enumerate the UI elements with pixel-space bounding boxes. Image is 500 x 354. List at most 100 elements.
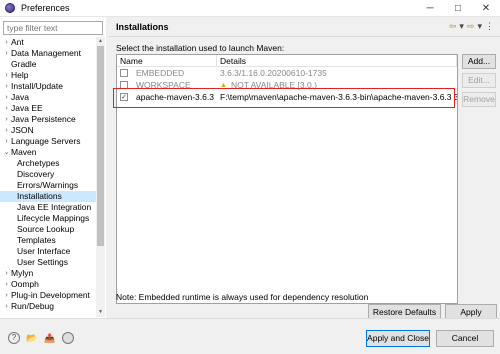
forward-icon[interactable]: ⇨ — [467, 21, 475, 32]
column-header-name[interactable]: Name — [117, 55, 217, 67]
preference-page: Installations ⇦ ▾ ⇨ ▾ ⋮ Select the insta… — [109, 17, 500, 320]
sidebar-item-installations[interactable]: Installations — [0, 191, 96, 202]
preferences-sidebar: ›Ant›Data ManagementGradle›Help›Install/… — [0, 17, 106, 318]
sidebar-item-label: Java EE — [11, 103, 43, 113]
filter-input[interactable] — [3, 21, 103, 35]
expand-icon[interactable]: › — [2, 114, 11, 125]
remove-button[interactable]: Remove — [462, 92, 496, 107]
table-actions: Add... Edit... Remove — [462, 54, 496, 111]
sidebar-item-label: Oomph — [11, 279, 39, 289]
window-title: Preferences — [21, 3, 70, 13]
sidebar-item-label: Java Persistence — [11, 114, 76, 124]
sidebar-item-label: Help — [11, 70, 29, 80]
sidebar-item-maven[interactable]: ⌄ Maven — [0, 147, 96, 158]
expand-icon[interactable]: › — [2, 48, 11, 59]
sidebar-item-plug-in-development[interactable]: › Plug-in Development — [0, 290, 96, 301]
oomph-preferences-icon[interactable] — [62, 332, 74, 344]
sidebar-item-java-ee[interactable]: › Java EE — [0, 103, 96, 114]
eclipse-icon — [5, 3, 15, 13]
sidebar-item-label: Language Servers — [11, 136, 81, 146]
installation-details: 3.6.3/1.16.0.20200610-1735 — [220, 68, 327, 78]
sidebar-item-data-management[interactable]: › Data Management — [0, 48, 96, 59]
expand-icon[interactable]: › — [2, 268, 11, 279]
sidebar-item-templates[interactable]: Templates — [0, 235, 96, 246]
expand-icon[interactable]: › — [2, 81, 11, 92]
sidebar-item-oomph[interactable]: › Oomph — [0, 279, 96, 290]
sidebar-item-label: Ant — [11, 37, 24, 47]
installation-name: EMBEDDED — [136, 68, 185, 78]
expand-icon[interactable]: › — [2, 37, 11, 48]
sidebar-item-help[interactable]: › Help — [0, 70, 96, 81]
sidebar-item-json[interactable]: › JSON — [0, 125, 96, 136]
scroll-up-icon[interactable]: ▲ — [96, 37, 105, 46]
sidebar-scrollbar[interactable]: ▲ ▼ — [96, 37, 105, 317]
sidebar-item-label: Mylyn — [11, 268, 34, 278]
sidebar-item-label: Maven — [11, 147, 37, 157]
expand-icon[interactable]: › — [2, 136, 11, 147]
sidebar-item-label: Discovery — [17, 169, 55, 179]
column-header-details[interactable]: Details — [217, 55, 457, 67]
sidebar-item-label: Plug-in Development — [11, 290, 90, 300]
expand-icon[interactable]: › — [2, 103, 11, 114]
sidebar-item-java-ee-integration[interactable]: Java EE Integration — [0, 202, 96, 213]
sidebar-item-mylyn[interactable]: › Mylyn — [0, 268, 96, 279]
sidebar-item-label: User Settings — [17, 257, 69, 267]
sidebar-item-label: Templates — [17, 235, 56, 245]
sidebar-item-label: Errors/Warnings — [17, 180, 79, 190]
expand-icon[interactable]: › — [2, 125, 11, 136]
sidebar-item-user-interface[interactable]: User Interface — [0, 246, 96, 257]
sidebar-item-java[interactable]: › Java — [0, 92, 96, 103]
edit-button[interactable]: Edit... — [462, 73, 496, 88]
sidebar-item-errors-warnings[interactable]: Errors/Warnings — [0, 180, 96, 191]
sidebar-item-discovery[interactable]: Discovery — [0, 169, 96, 180]
view-menu-icon[interactable]: ⋮ — [485, 21, 494, 32]
note-text: Note: Embedded runtime is always used fo… — [116, 292, 369, 302]
instruction-text: Select the installation used to launch M… — [116, 43, 285, 53]
dialog-footer: ? 📂 📤 Apply and Close Cancel — [0, 318, 500, 354]
sidebar-item-install-update[interactable]: › Install/Update — [0, 81, 96, 92]
maximize-button[interactable]: □ — [444, 0, 472, 17]
expand-icon[interactable]: › — [2, 92, 11, 103]
sidebar-item-run-debug[interactable]: › Run/Debug — [0, 301, 96, 312]
sidebar-item-label: Data Management — [11, 48, 81, 58]
page-title: Installations — [116, 22, 169, 32]
close-button[interactable]: ✕ — [472, 0, 500, 17]
import-icon[interactable]: 📂 — [26, 332, 38, 344]
sidebar-item-user-settings[interactable]: User Settings — [0, 257, 96, 268]
sidebar-item-java-persistence[interactable]: › Java Persistence — [0, 114, 96, 125]
scrollbar-thumb[interactable] — [97, 46, 104, 246]
sidebar-item-lifecycle-mappings[interactable]: Lifecycle Mappings — [0, 213, 96, 224]
sidebar-item-label: Java EE Integration — [17, 202, 92, 212]
sidebar-item-label: Lifecycle Mappings — [17, 213, 90, 223]
sidebar-item-label: Installations — [17, 191, 62, 201]
export-icon[interactable]: 📤 — [44, 332, 56, 344]
sidebar-item-archetypes[interactable]: Archetypes — [0, 158, 96, 169]
sidebar-item-label: JSON — [11, 125, 34, 135]
expand-icon[interactable]: › — [2, 70, 11, 81]
page-header: Installations ⇦ ▾ ⇨ ▾ ⋮ — [109, 17, 500, 37]
sidebar-item-label: Archetypes — [17, 158, 60, 168]
scroll-down-icon[interactable]: ▼ — [96, 308, 105, 317]
table-header: Name Details — [117, 55, 457, 67]
apply-and-close-button[interactable]: Apply and Close — [366, 330, 430, 347]
minimize-button[interactable]: ─ — [416, 0, 444, 17]
sidebar-item-label: Run/Debug — [11, 301, 55, 311]
table-row[interactable]: EMBEDDED 3.6.3/1.16.0.20200610-1735 — [117, 67, 457, 79]
expand-icon[interactable]: › — [2, 301, 11, 312]
sidebar-item-language-servers[interactable]: › Language Servers — [0, 136, 96, 147]
title-bar: Preferences ─ □ ✕ — [0, 0, 500, 17]
expand-icon[interactable]: › — [2, 279, 11, 290]
cancel-button[interactable]: Cancel — [436, 330, 494, 347]
forward-dropdown-icon[interactable]: ▾ — [477, 21, 482, 32]
expand-icon[interactable]: › — [2, 290, 11, 301]
sidebar-item-gradle[interactable]: Gradle — [0, 59, 96, 70]
add-button[interactable]: Add... — [462, 54, 496, 69]
help-icon[interactable]: ? — [8, 332, 20, 344]
installation-checkbox[interactable] — [120, 69, 128, 77]
page-navigation: ⇦ ▾ ⇨ ▾ ⋮ — [449, 21, 494, 32]
sidebar-item-ant[interactable]: › Ant — [0, 37, 96, 48]
collapse-icon[interactable]: ⌄ — [2, 147, 11, 158]
back-dropdown-icon[interactable]: ▾ — [459, 21, 464, 32]
sidebar-item-source-lookup[interactable]: Source Lookup — [0, 224, 96, 235]
back-icon[interactable]: ⇦ — [449, 21, 457, 32]
